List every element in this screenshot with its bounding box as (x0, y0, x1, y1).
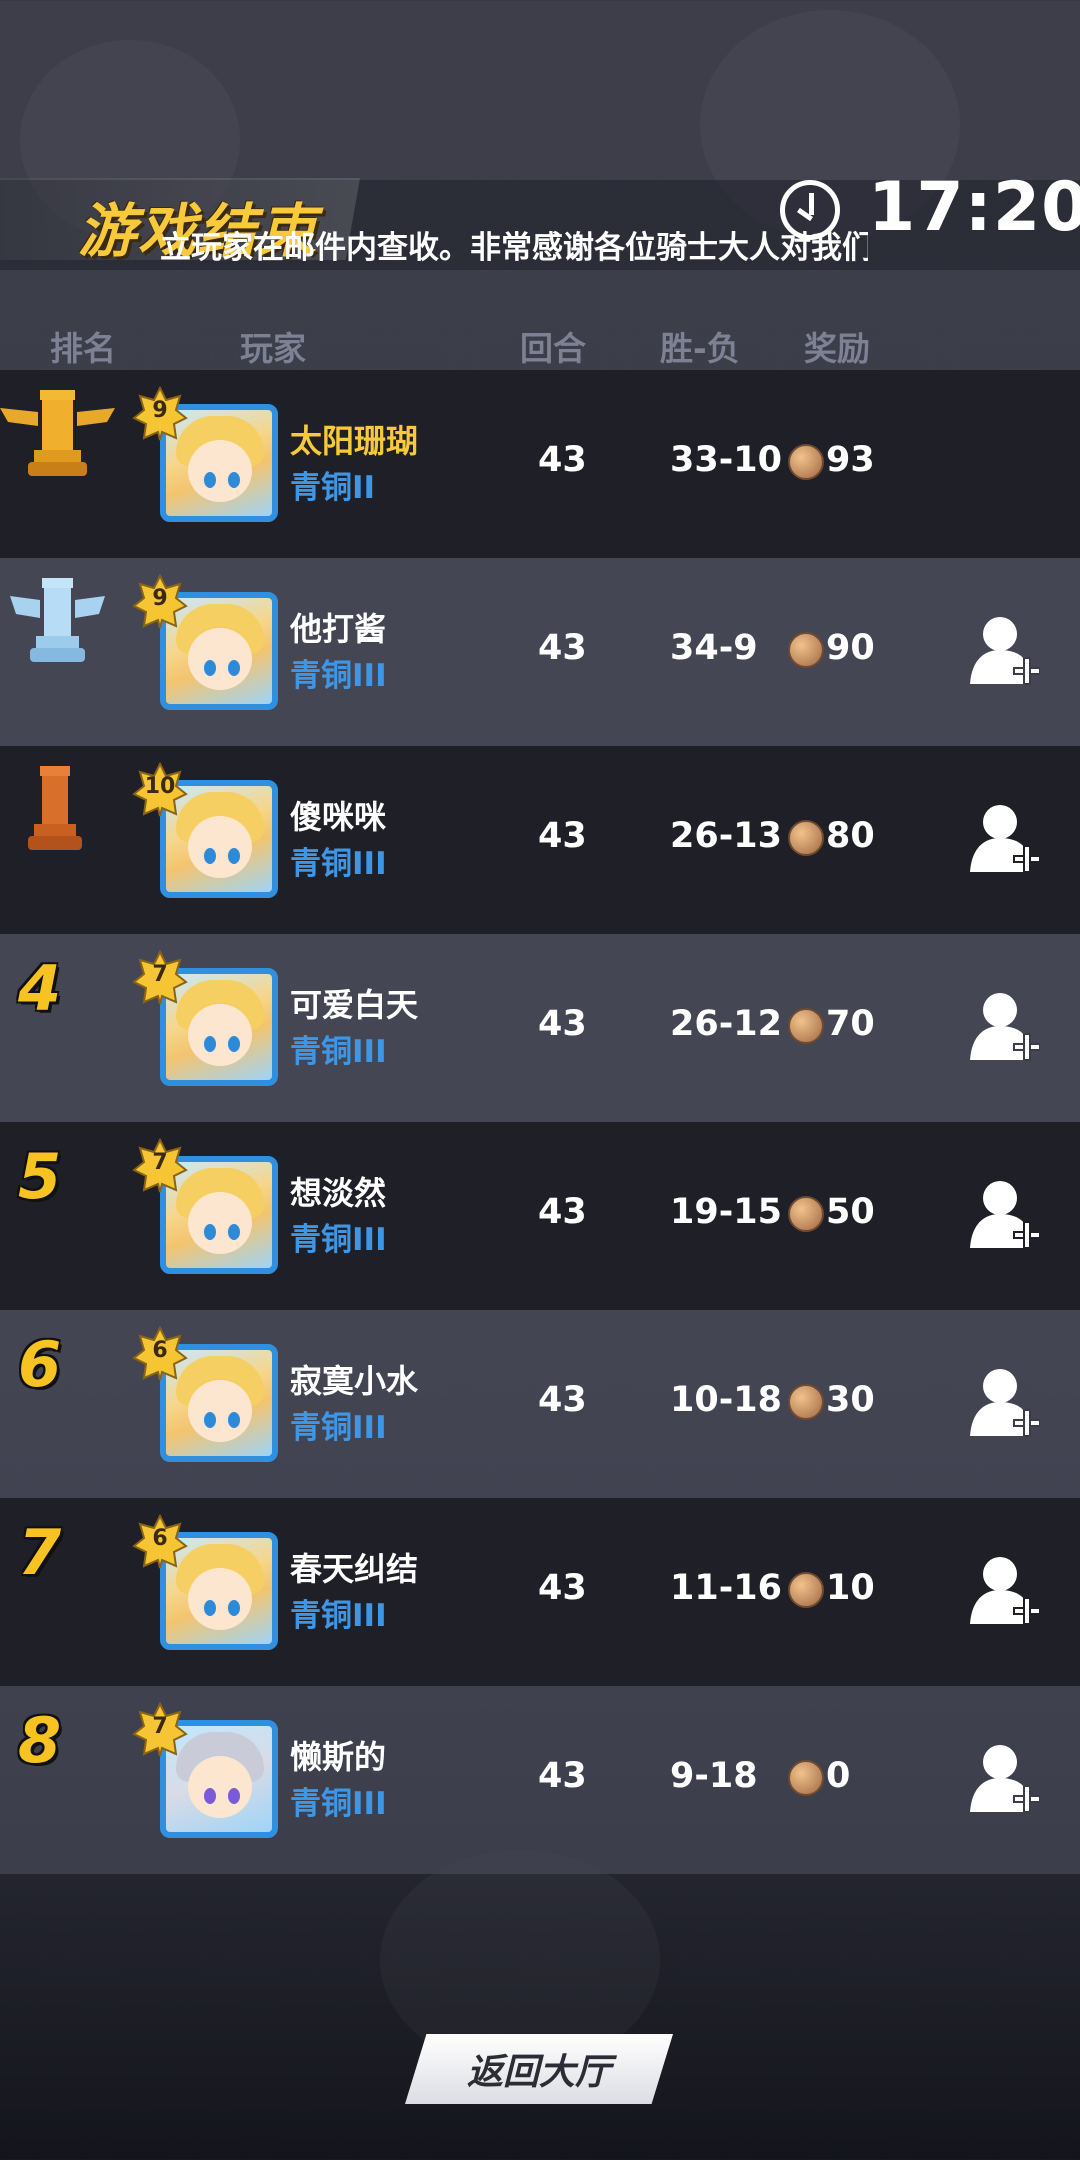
player-name[interactable]: 太阳珊瑚 (290, 416, 418, 462)
rounds-value: 43 (538, 1004, 587, 1044)
player-name[interactable]: 可爱白天 (290, 980, 418, 1026)
return-lobby-button[interactable]: 返回大厅 (405, 2034, 673, 2104)
player-tier: 青铜II (290, 470, 376, 506)
winloss-value: 11-16 (670, 1568, 782, 1608)
level-value: 9 (152, 586, 168, 611)
level-value: 6 (152, 1338, 168, 1363)
column-header-rank: 排名 (50, 329, 116, 368)
rounds-value: 43 (538, 816, 587, 856)
reward-value: 30 (826, 1380, 875, 1420)
player-tier: 青铜III (290, 846, 387, 882)
table-row: 6 6 寂寞小水 青铜III 43 10-18 30 (0, 1310, 1080, 1498)
coin-icon (788, 1760, 824, 1796)
level-value: 7 (152, 1714, 168, 1739)
player-name[interactable]: 傻咪咪 (290, 792, 386, 838)
table-row: 7 6 春天纠结 青铜III 43 11-16 10 (0, 1498, 1080, 1686)
reward-value: 0 (826, 1756, 851, 1796)
winloss-value: 26-12 (670, 1004, 782, 1044)
level-badge: 6 (132, 1514, 188, 1570)
clock-icon (780, 180, 840, 240)
level-badge: 7 (132, 1702, 188, 1758)
rounds-value: 43 (538, 1380, 587, 1420)
column-header-rounds: 回合 (520, 329, 586, 368)
table-row: 9 太阳珊瑚 青铜II 43 33-10 93 (0, 370, 1080, 558)
add-friend-icon[interactable] (970, 990, 1040, 1064)
add-friend-icon[interactable] (970, 1742, 1040, 1816)
reward-value: 93 (826, 440, 875, 480)
announcement-marquee: 立玩家在邮件内查收。非常感谢各位骑士大人对我们游戏I (160, 230, 868, 266)
table-row: 10 傻咪咪 青铜III 43 26-13 80 (0, 746, 1080, 934)
table-row: 8 7 懒斯的 青铜III 43 9-18 0 (0, 1686, 1080, 1874)
silver-trophy-icon (10, 578, 105, 662)
player-tier: 青铜III (290, 1786, 387, 1822)
add-friend-icon[interactable] (970, 1178, 1040, 1252)
player-tier: 青铜III (290, 1410, 387, 1446)
player-tier: 青铜III (290, 1034, 387, 1070)
level-badge: 6 (132, 1326, 188, 1382)
rank-number: 8 (18, 1704, 62, 1777)
level-value: 9 (152, 398, 168, 423)
player-tier: 青铜III (290, 658, 387, 694)
column-header-reward: 奖励 (804, 329, 870, 368)
rounds-value: 43 (538, 628, 587, 668)
player-name[interactable]: 懒斯的 (290, 1732, 386, 1778)
rank-number: 5 (18, 1140, 62, 1213)
winloss-value: 26-13 (670, 816, 782, 856)
player-name[interactable]: 寂寞小水 (290, 1356, 418, 1402)
level-value: 6 (152, 1526, 168, 1551)
rank-number: 4 (18, 952, 62, 1025)
winloss-value: 34-9 (670, 628, 758, 668)
coin-icon (788, 1196, 824, 1232)
rank-number: 6 (18, 1328, 62, 1401)
column-header-winloss: 胜-负 (660, 329, 740, 368)
level-badge: 7 (132, 1138, 188, 1194)
winloss-value: 19-15 (670, 1192, 782, 1232)
table-row: 5 7 想淡然 青铜III 43 19-15 50 (0, 1122, 1080, 1310)
bronze-trophy-icon (28, 766, 82, 850)
player-tier: 青铜III (290, 1598, 387, 1634)
winloss-value: 33-10 (670, 440, 782, 480)
reward-value: 80 (826, 816, 875, 856)
return-lobby-label: 返回大厅 (466, 2052, 611, 2093)
add-friend-icon[interactable] (970, 614, 1040, 688)
reward-value: 50 (826, 1192, 875, 1232)
reward-value: 70 (826, 1004, 875, 1044)
add-friend-icon[interactable] (970, 1366, 1040, 1440)
coin-icon (788, 632, 824, 668)
reward-value: 90 (826, 628, 875, 668)
level-badge: 10 (132, 762, 188, 818)
level-value: 10 (144, 774, 176, 799)
column-header-player: 玩家 (240, 329, 306, 368)
table-row: 4 7 可爱白天 青铜III 43 26-12 70 (0, 934, 1080, 1122)
winloss-value: 9-18 (670, 1756, 758, 1796)
rounds-value: 43 (538, 1756, 587, 1796)
player-tier: 青铜III (290, 1222, 387, 1258)
player-name[interactable]: 春天纠结 (290, 1544, 418, 1590)
reward-value: 10 (826, 1568, 875, 1608)
level-badge: 9 (132, 574, 188, 630)
coin-icon (788, 444, 824, 480)
level-badge: 7 (132, 950, 188, 1006)
level-value: 7 (152, 1150, 168, 1175)
rounds-value: 43 (538, 1568, 587, 1608)
player-name[interactable]: 想淡然 (290, 1168, 386, 1214)
gold-trophy-icon (0, 390, 115, 476)
rounds-value: 43 (538, 1192, 587, 1232)
rank-number: 7 (18, 1516, 62, 1589)
coin-icon (788, 1384, 824, 1420)
coin-icon (788, 1008, 824, 1044)
add-friend-icon[interactable] (970, 802, 1040, 876)
level-badge: 9 (132, 386, 188, 442)
level-value: 7 (152, 962, 168, 987)
match-time: 17:20 (868, 168, 1080, 247)
rounds-value: 43 (538, 440, 587, 480)
winloss-value: 10-18 (670, 1380, 782, 1420)
coin-icon (788, 1572, 824, 1608)
coin-icon (788, 820, 824, 856)
table-row: 9 他打酱 青铜III 43 34-9 90 (0, 558, 1080, 746)
player-name[interactable]: 他打酱 (290, 604, 386, 650)
add-friend-icon[interactable] (970, 1554, 1040, 1628)
